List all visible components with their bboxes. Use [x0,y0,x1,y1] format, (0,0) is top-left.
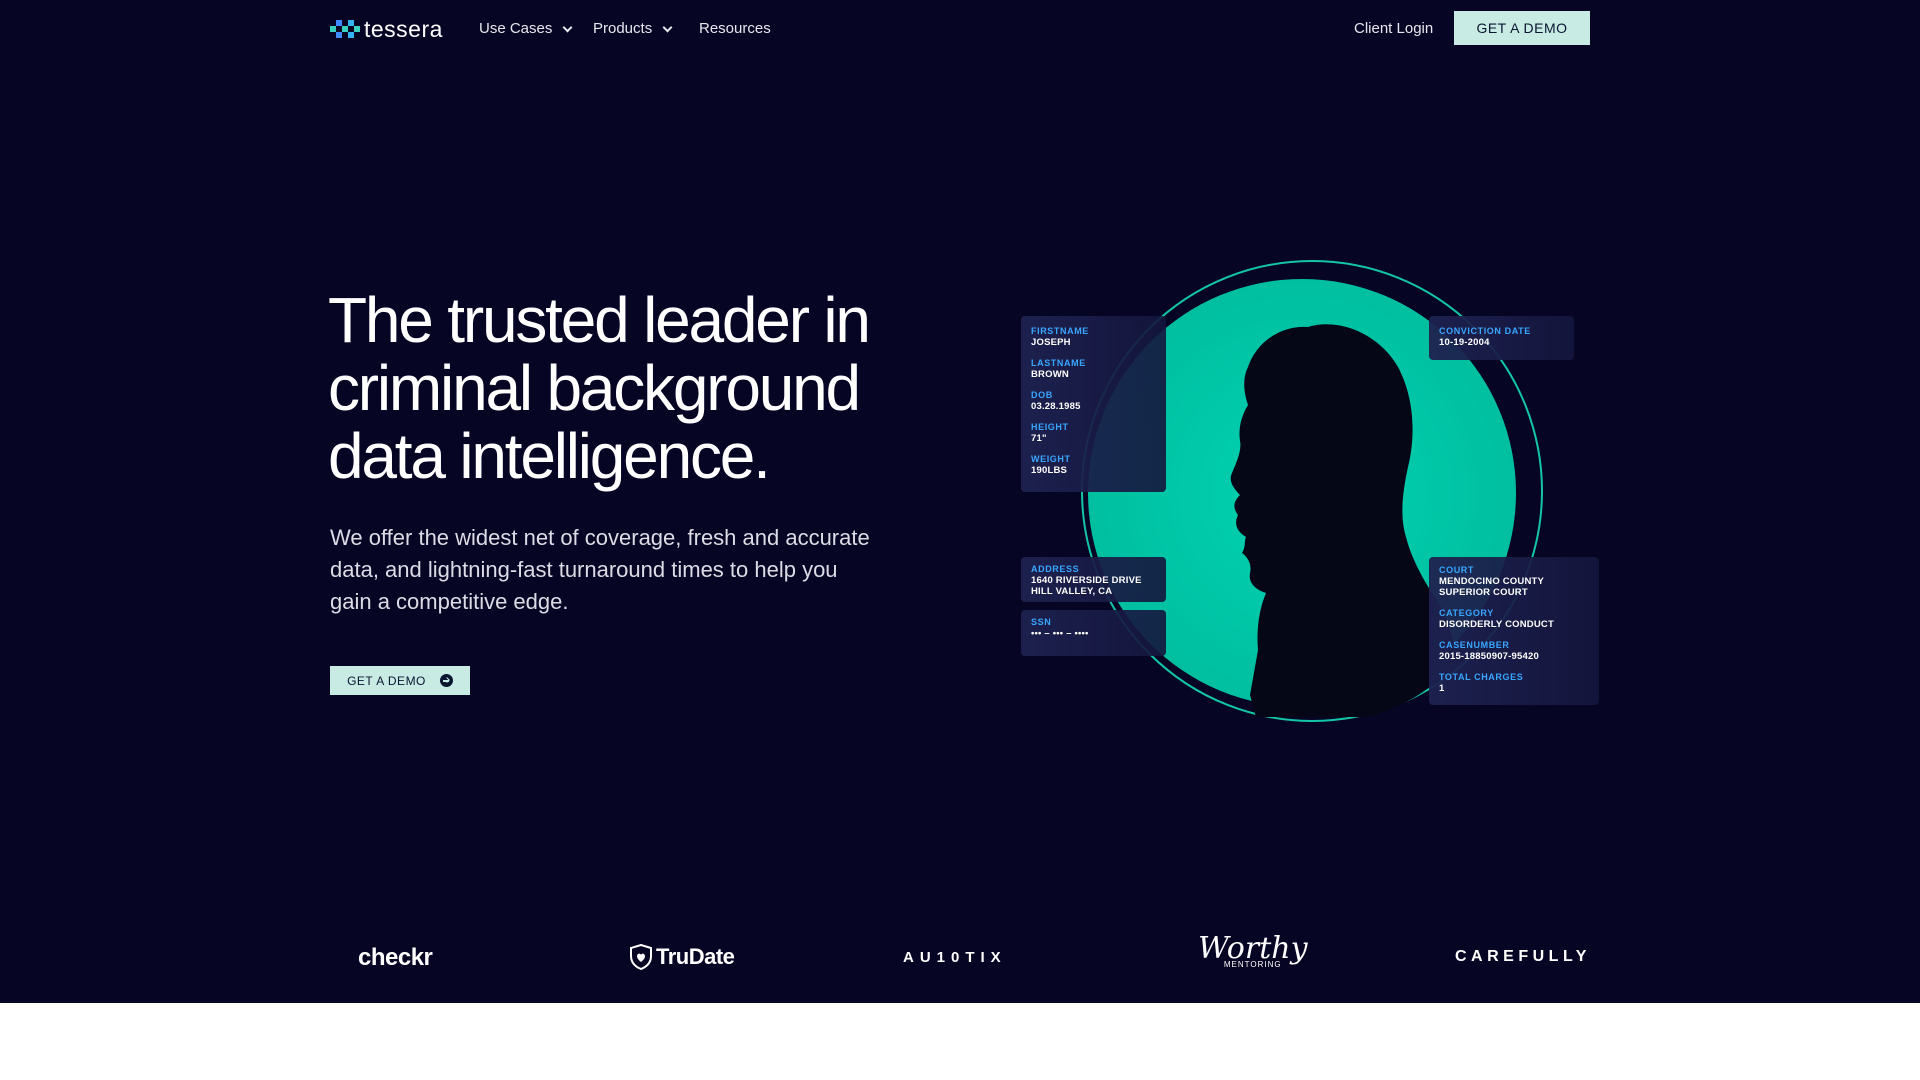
field-key: ADDRESS [1031,564,1080,574]
field-key: COURT [1439,565,1474,575]
field-value: HILL VALLEY, CA [1031,586,1113,597]
nav-get-demo-label: GET A DEMO [1476,20,1568,36]
hero-subcopy: We offer the widest net of coverage, fre… [330,522,930,618]
tessera-logo[interactable]: tessera [330,16,443,42]
field-value: 190LBS [1031,465,1068,476]
au10tix-wordmark: AU10TIX [903,949,1007,966]
mentoring-wordmark: MENTORING [1223,960,1282,969]
field-key: WEIGHT [1031,454,1071,464]
court-card: COURT MENDOCINO COUNTY SUPERIOR COURT CA… [1429,557,1599,705]
field-value: 03.28.1985 [1031,401,1081,412]
trudate-logo: TruDate [630,944,735,970]
field-value: DISORDERLY CONDUCT [1439,619,1554,630]
client-login-link[interactable]: Client Login [1354,20,1433,38]
hero-section: tessera Use Cases Products Resources Cli… [0,0,1920,1003]
field-key: CONVICTION DATE [1439,326,1531,336]
shield-icon [630,944,652,970]
field-value: 1 [1439,683,1445,694]
trudate-wordmark: TruDate [656,944,735,969]
nav-resources[interactable]: Resources [699,20,771,38]
subcopy-line: gain a competitive edge. [330,589,569,614]
identity-card: FIRSTNAME JOSEPH LASTNAME BROWN DOB 03.2… [1021,316,1166,492]
client-login-label: Client Login [1354,20,1434,37]
tessera-logo-mark-icon [330,19,360,39]
nav-resources-label: Resources [699,20,771,37]
hero-get-demo-button[interactable]: GET A DEMO [330,666,470,695]
field-value: MENDOCINO COUNTY [1439,576,1545,587]
chevron-down-icon [662,22,673,32]
subcopy-line: We offer the widest net of coverage, fre… [330,525,870,550]
nav-products[interactable]: Products [593,20,673,38]
field-key: DOB [1031,390,1053,400]
headline-line: criminal background [328,352,861,424]
field-value: 71" [1031,433,1047,444]
conviction-card: CONVICTION DATE 10-19-2004 [1429,316,1574,360]
field-key: CATEGORY [1439,608,1494,618]
subcopy-line: data, and lightning-fast turnaround time… [330,557,838,582]
field-key: LASTNAME [1031,358,1086,368]
field-value: 10-19-2004 [1439,337,1490,348]
carefully-wordmark: CAREFULLY [1455,948,1591,965]
worthy-mentoring-logo: Worthy MENTORING [1198,934,1308,970]
field-value: 1640 RIVERSIDE DRIVE [1031,575,1142,586]
arrow-right-circle-icon [439,674,453,687]
hero-get-demo-label: GET A DEMO [347,673,426,688]
nav-get-demo-button[interactable]: GET A DEMO [1454,11,1590,45]
nav-use-cases[interactable]: Use Cases [479,20,573,38]
checkr-wordmark: checkr [358,944,433,971]
nav-use-cases-label: Use Cases [479,20,553,37]
field-value: SUPERIOR COURT [1439,587,1528,598]
field-key: SSN [1031,617,1052,627]
field-value: 2015-18850907-95420 [1439,651,1539,662]
chevron-down-icon [562,22,573,32]
field-key: CASENUMBER [1439,640,1510,650]
nav-products-label: Products [593,20,653,37]
au10tix-logo: AU10TIX [903,949,1007,966]
ssn-card: SSN ••• – ••• – •••• [1021,610,1166,656]
field-key: FIRSTNAME [1031,326,1089,336]
address-card: ADDRESS 1640 RIVERSIDE DRIVE HILL VALLEY… [1021,557,1166,602]
field-key: TOTAL CHARGES [1439,672,1524,682]
hero-headline: The trusted leader in criminal backgroun… [328,286,948,490]
field-value: BROWN [1031,369,1069,380]
carefully-logo: CAREFULLY [1455,948,1591,966]
ssn-masked-value: ••• – ••• – •••• [1031,628,1089,639]
brand-name: tessera [364,16,443,42]
checkr-logo: checkr [358,944,433,972]
field-key: HEIGHT [1031,422,1069,432]
field-value: JOSEPH [1031,337,1071,348]
headline-line: data intelligence. [328,420,771,492]
headline-line: The trusted leader in [328,284,871,356]
